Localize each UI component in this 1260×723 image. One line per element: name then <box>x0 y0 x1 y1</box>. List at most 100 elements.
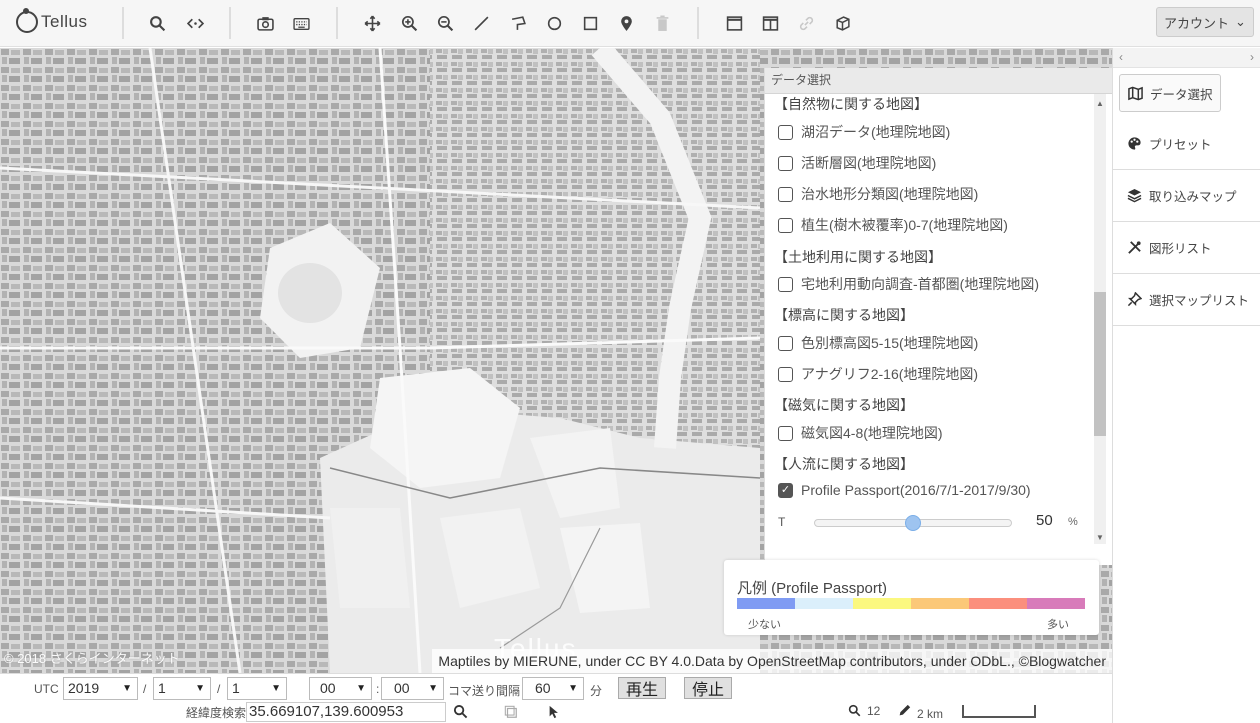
layer-checkbox[interactable] <box>778 124 793 140</box>
zoom-level-icon <box>848 704 861 720</box>
sidebar-item-selected-maps[interactable]: 選択マップリスト <box>1113 274 1260 326</box>
legend-swatch <box>853 598 911 609</box>
sidebar-item-imported-maps[interactable]: 取り込みマップ <box>1113 170 1260 222</box>
divider <box>697 7 699 39</box>
cursor-icon[interactable] <box>548 705 560 722</box>
palette-icon <box>1128 137 1141 150</box>
panel-body[interactable]: 【自然物に関する地図】 湖沼データ(地理院地図) 活断層図(地理院地図) 治水地… <box>765 94 1093 544</box>
map-attribution: Maptiles by MIERUNE, under CC BY 4.0.Dat… <box>432 649 1112 673</box>
keyboard-icon[interactable] <box>289 11 313 35</box>
sidebar-item-preset[interactable]: プリセット <box>1113 118 1260 170</box>
layer-label: 宅地利用動向調査-首都圏(地理院地図) <box>801 276 1039 292</box>
coordinate-input[interactable]: 35.669107,139.600953 <box>246 702 446 722</box>
layer-item[interactable]: 磁気図4-8(地理院地図) <box>778 423 943 443</box>
camera-icon[interactable] <box>253 11 277 35</box>
date-separator: / <box>143 682 147 696</box>
layer-item[interactable]: 植生(樹木被覆率)0-7(地理院地図) <box>778 215 1008 235</box>
category-heading: 【自然物に関する地図】 <box>774 96 928 112</box>
circle-draw-icon[interactable] <box>542 11 566 35</box>
day-select[interactable]: 1 <box>227 677 287 700</box>
month-select[interactable]: 1 <box>153 677 211 700</box>
layer-item[interactable]: 宅地利用動向調査-首都圏(地理院地図) <box>778 274 1039 294</box>
sidebar-item-label: プリセット <box>1149 138 1212 152</box>
layer-label: 治水地形分類図(地理院地図) <box>801 186 979 202</box>
layer-item[interactable]: 色別標高図5-15(地理院地図) <box>778 333 978 353</box>
layer-checkbox[interactable] <box>778 186 793 202</box>
legend-swatch <box>911 598 969 609</box>
legend-color-scale <box>737 598 1085 609</box>
layer-checkbox[interactable] <box>778 217 793 233</box>
right-sidebar: ‹ › データ選択 プリセット 取り込みマップ 図形リスト 選択マップリスト <box>1112 48 1260 723</box>
layer-label: 色別標高図5-15(地理院地図) <box>801 335 979 351</box>
layer-label: 磁気図4-8(地理院地図) <box>801 425 943 441</box>
layer-checkbox[interactable] <box>778 482 793 498</box>
marker-icon[interactable] <box>614 11 638 35</box>
coordinate-search-icon[interactable] <box>453 704 468 722</box>
zoom-in-icon[interactable] <box>397 11 421 35</box>
frame-interval-select[interactable]: 60 <box>522 677 584 700</box>
tellus-logo[interactable]: Tellus <box>16 8 87 36</box>
coordinate-bar: 経緯度検索 35.669107,139.600953 12 2 km <box>0 701 1112 723</box>
category-heading: 【土地利用に関する地図】 <box>774 249 942 265</box>
coordinate-search-label: 経緯度検索 <box>186 706 247 720</box>
layer-checkbox[interactable] <box>778 276 793 292</box>
slider-thumb[interactable] <box>905 515 921 531</box>
layer-item[interactable]: 活断層図(地理院地図) <box>778 153 936 173</box>
trash-icon[interactable] <box>650 11 674 35</box>
layer-label: 活断層図(地理院地図) <box>801 155 937 171</box>
legend-low-label: 少ない <box>748 619 781 631</box>
search-icon[interactable] <box>145 11 169 35</box>
sidebar-item-shape-list[interactable]: 図形リスト <box>1113 222 1260 274</box>
frame-unit-label: 分 <box>590 684 603 698</box>
transparency-slider[interactable] <box>814 515 1012 531</box>
divider <box>229 7 231 39</box>
move-icon[interactable] <box>360 11 384 35</box>
layer-checkbox[interactable] <box>778 425 793 441</box>
layer-checkbox[interactable] <box>778 155 793 171</box>
minute-select[interactable]: 00 <box>381 677 444 700</box>
collapse-right-icon[interactable]: › <box>1250 50 1254 64</box>
collapse-left-icon[interactable]: ‹ <box>1119 50 1123 64</box>
sidebar-item-data-select[interactable]: データ選択 <box>1119 74 1221 112</box>
layer-item[interactable]: アナグリフ2-16(地理院地図) <box>778 364 978 384</box>
play-button[interactable]: 再生 <box>618 677 666 699</box>
link-sync-icon[interactable] <box>794 11 818 35</box>
category-heading: 【標高に関する地図】 <box>774 307 914 323</box>
scroll-thumb[interactable] <box>1094 291 1106 437</box>
legend-swatch <box>969 598 1027 609</box>
scroll-down-icon[interactable]: ▼ <box>1094 532 1106 544</box>
stop-button[interactable]: 停止 <box>684 677 732 699</box>
layer-item[interactable]: Profile Passport(2016/7/1-2017/9/30) <box>778 482 1031 498</box>
copy-icon[interactable] <box>504 705 518 722</box>
transparency-value: 50 <box>1036 512 1053 529</box>
layer-checkbox[interactable] <box>778 366 793 382</box>
zoom-out-icon[interactable] <box>433 11 457 35</box>
hour-select[interactable]: 00 <box>309 677 372 700</box>
line-draw-icon[interactable] <box>469 11 493 35</box>
layer-item[interactable]: 治水地形分類図(地理院地図) <box>778 184 978 204</box>
year-select[interactable]: 2019 <box>63 677 138 700</box>
panel-scrollbar[interactable]: ▲ ▼ <box>1094 94 1106 544</box>
layer-checkbox[interactable] <box>778 335 793 351</box>
transparency-unit: % <box>1068 516 1078 528</box>
map-copyright: © 2018 さくらインターネット <box>4 651 180 666</box>
polygon-draw-icon[interactable] <box>506 11 530 35</box>
account-label: アカウント <box>1164 15 1230 31</box>
layer-label: 湖沼データ(地理院地図) <box>801 124 951 140</box>
legend-high-label: 多い <box>1047 619 1069 631</box>
account-dropdown[interactable]: アカウント ⌄ <box>1156 7 1254 37</box>
code-view-icon[interactable] <box>183 11 207 35</box>
time-separator: : <box>376 682 380 696</box>
transparency-control: T 50 % <box>778 512 1078 532</box>
scroll-up-icon[interactable]: ▲ <box>1094 98 1106 110</box>
date-separator: / <box>217 682 221 696</box>
3d-view-icon[interactable] <box>830 11 854 35</box>
ruler-pencil-icon <box>898 704 911 720</box>
legend-title: 凡例 (Profile Passport) <box>737 580 888 597</box>
split-window-icon[interactable] <box>758 11 782 35</box>
rectangle-draw-icon[interactable] <box>578 11 602 35</box>
scale-bar <box>962 705 1036 718</box>
single-window-icon[interactable] <box>722 11 746 35</box>
layer-item[interactable]: 湖沼データ(地理院地図) <box>778 122 950 142</box>
logo-mark-icon <box>16 8 38 33</box>
